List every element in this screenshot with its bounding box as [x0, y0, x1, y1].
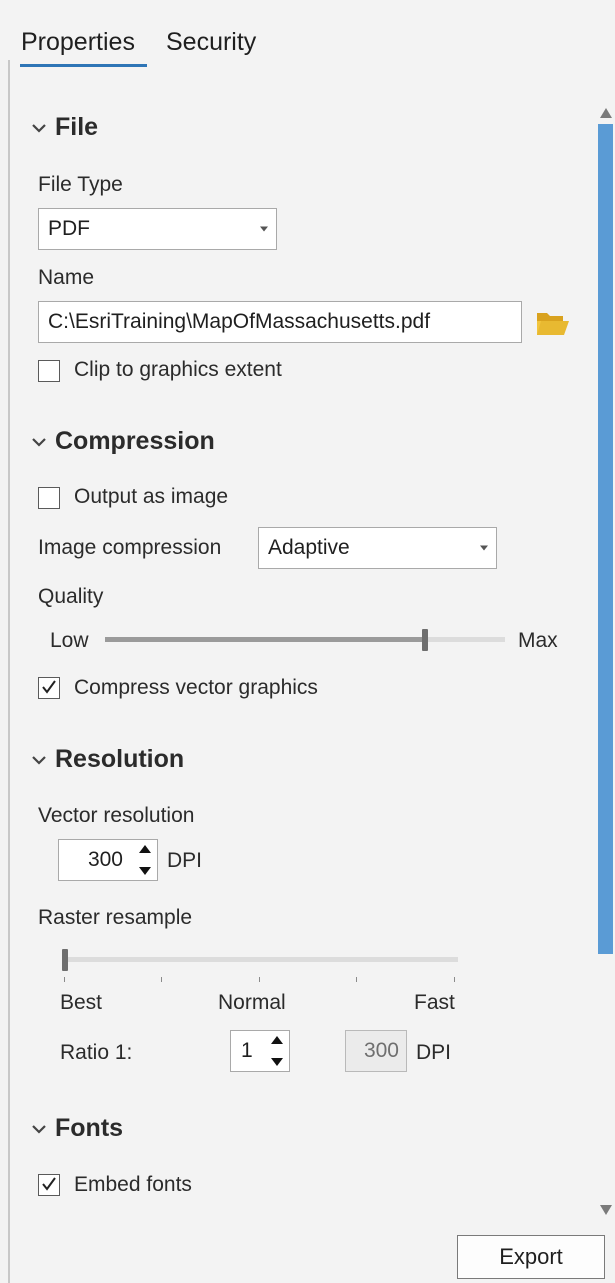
scroll-up-arrow-icon[interactable]: [600, 108, 612, 118]
vector-resolution-unit: DPI: [167, 849, 203, 872]
tab-properties[interactable]: Properties: [21, 26, 135, 58]
slider-tick: [454, 977, 455, 982]
raster-resample-label: Raster resample: [38, 906, 193, 929]
quality-slider-track[interactable]: [105, 637, 505, 642]
section-header-fonts[interactable]: Fonts: [31, 1114, 123, 1143]
slider-tick: [259, 977, 260, 982]
panel-left-border: [8, 60, 10, 1283]
file-type-value: PDF: [48, 217, 90, 240]
quality-max-label: Max: [518, 629, 558, 652]
vector-resolution-label: Vector resolution: [38, 804, 195, 827]
name-label: Name: [38, 266, 95, 289]
name-input-value: C:\EsriTraining\MapOfMassachusetts.pdf: [48, 310, 431, 333]
spin-down-icon[interactable]: [271, 1058, 283, 1066]
raster-resample-track[interactable]: [62, 957, 458, 962]
scrollbar-thumb[interactable]: [598, 124, 613, 954]
embed-fonts-label: Embed fonts: [74, 1173, 192, 1196]
compress-vector-checkbox[interactable]: [38, 677, 60, 699]
spin-buttons: [268, 1033, 286, 1069]
slider-tick: [356, 977, 357, 982]
section-header-file[interactable]: File: [31, 113, 98, 142]
compress-vector-label: Compress vector graphics: [74, 676, 318, 699]
quality-slider-thumb[interactable]: [422, 629, 428, 651]
section-header-compression[interactable]: Compression: [31, 427, 215, 456]
raster-resample-thumb[interactable]: [62, 949, 68, 971]
dropdown-arrow-icon: [260, 226, 268, 232]
image-compression-label: Image compression: [38, 536, 222, 559]
ratio-label: Ratio 1:: [60, 1041, 133, 1064]
file-type-label: File Type: [38, 173, 123, 196]
embed-fonts-checkbox[interactable]: [38, 1174, 60, 1196]
clip-checkbox[interactable]: [38, 360, 60, 382]
name-input[interactable]: C:\EsriTraining\MapOfMassachusetts.pdf: [38, 301, 522, 343]
chevron-down-icon: [32, 755, 46, 765]
vector-resolution-spinner[interactable]: 300: [58, 839, 158, 881]
slider-tick: [64, 977, 65, 982]
active-tab-indicator: [20, 64, 147, 67]
dropdown-arrow-icon: [480, 545, 488, 551]
section-header-resolution[interactable]: Resolution: [31, 745, 184, 774]
output-as-image-checkbox[interactable]: [38, 487, 60, 509]
spin-up-icon[interactable]: [139, 845, 151, 853]
folder-open-icon[interactable]: [535, 309, 571, 337]
ratio-spinner[interactable]: 1: [230, 1030, 290, 1072]
raster-normal-label: Normal: [218, 991, 286, 1014]
ratio-value: 1: [241, 1039, 253, 1062]
scroll-down-arrow-icon[interactable]: [600, 1205, 612, 1215]
export-button[interactable]: Export: [457, 1235, 605, 1279]
file-type-dropdown[interactable]: PDF: [38, 208, 277, 250]
output-as-image-label: Output as image: [74, 485, 229, 508]
section-title-resolution: Resolution: [55, 745, 185, 773]
clip-label: Clip to graphics extent: [74, 358, 282, 381]
section-title-compression: Compression: [55, 427, 215, 455]
quality-label: Quality: [38, 585, 104, 608]
vector-resolution-value: 300: [87, 848, 123, 871]
spin-up-icon[interactable]: [271, 1036, 283, 1044]
ratio-dpi-field: 300: [345, 1030, 407, 1072]
checkmark-icon: [42, 680, 56, 694]
image-compression-value: Adaptive: [268, 536, 350, 559]
raster-fast-label: Fast: [414, 991, 455, 1014]
section-title-file: File: [55, 113, 99, 141]
chevron-down-icon: [32, 1124, 46, 1134]
checkmark-icon: [42, 1177, 56, 1191]
slider-tick: [161, 977, 162, 982]
raster-best-label: Best: [60, 991, 103, 1014]
tab-security[interactable]: Security: [166, 26, 256, 58]
image-compression-dropdown[interactable]: Adaptive: [258, 527, 497, 569]
quality-low-label: Low: [50, 629, 89, 652]
spin-down-icon[interactable]: [139, 867, 151, 875]
ratio-dpi-unit: DPI: [416, 1041, 452, 1064]
quality-slider-fill: [105, 637, 425, 642]
chevron-down-icon: [32, 437, 46, 447]
section-title-fonts: Fonts: [55, 1114, 124, 1142]
spin-buttons: [136, 842, 154, 878]
chevron-down-icon: [32, 123, 46, 133]
